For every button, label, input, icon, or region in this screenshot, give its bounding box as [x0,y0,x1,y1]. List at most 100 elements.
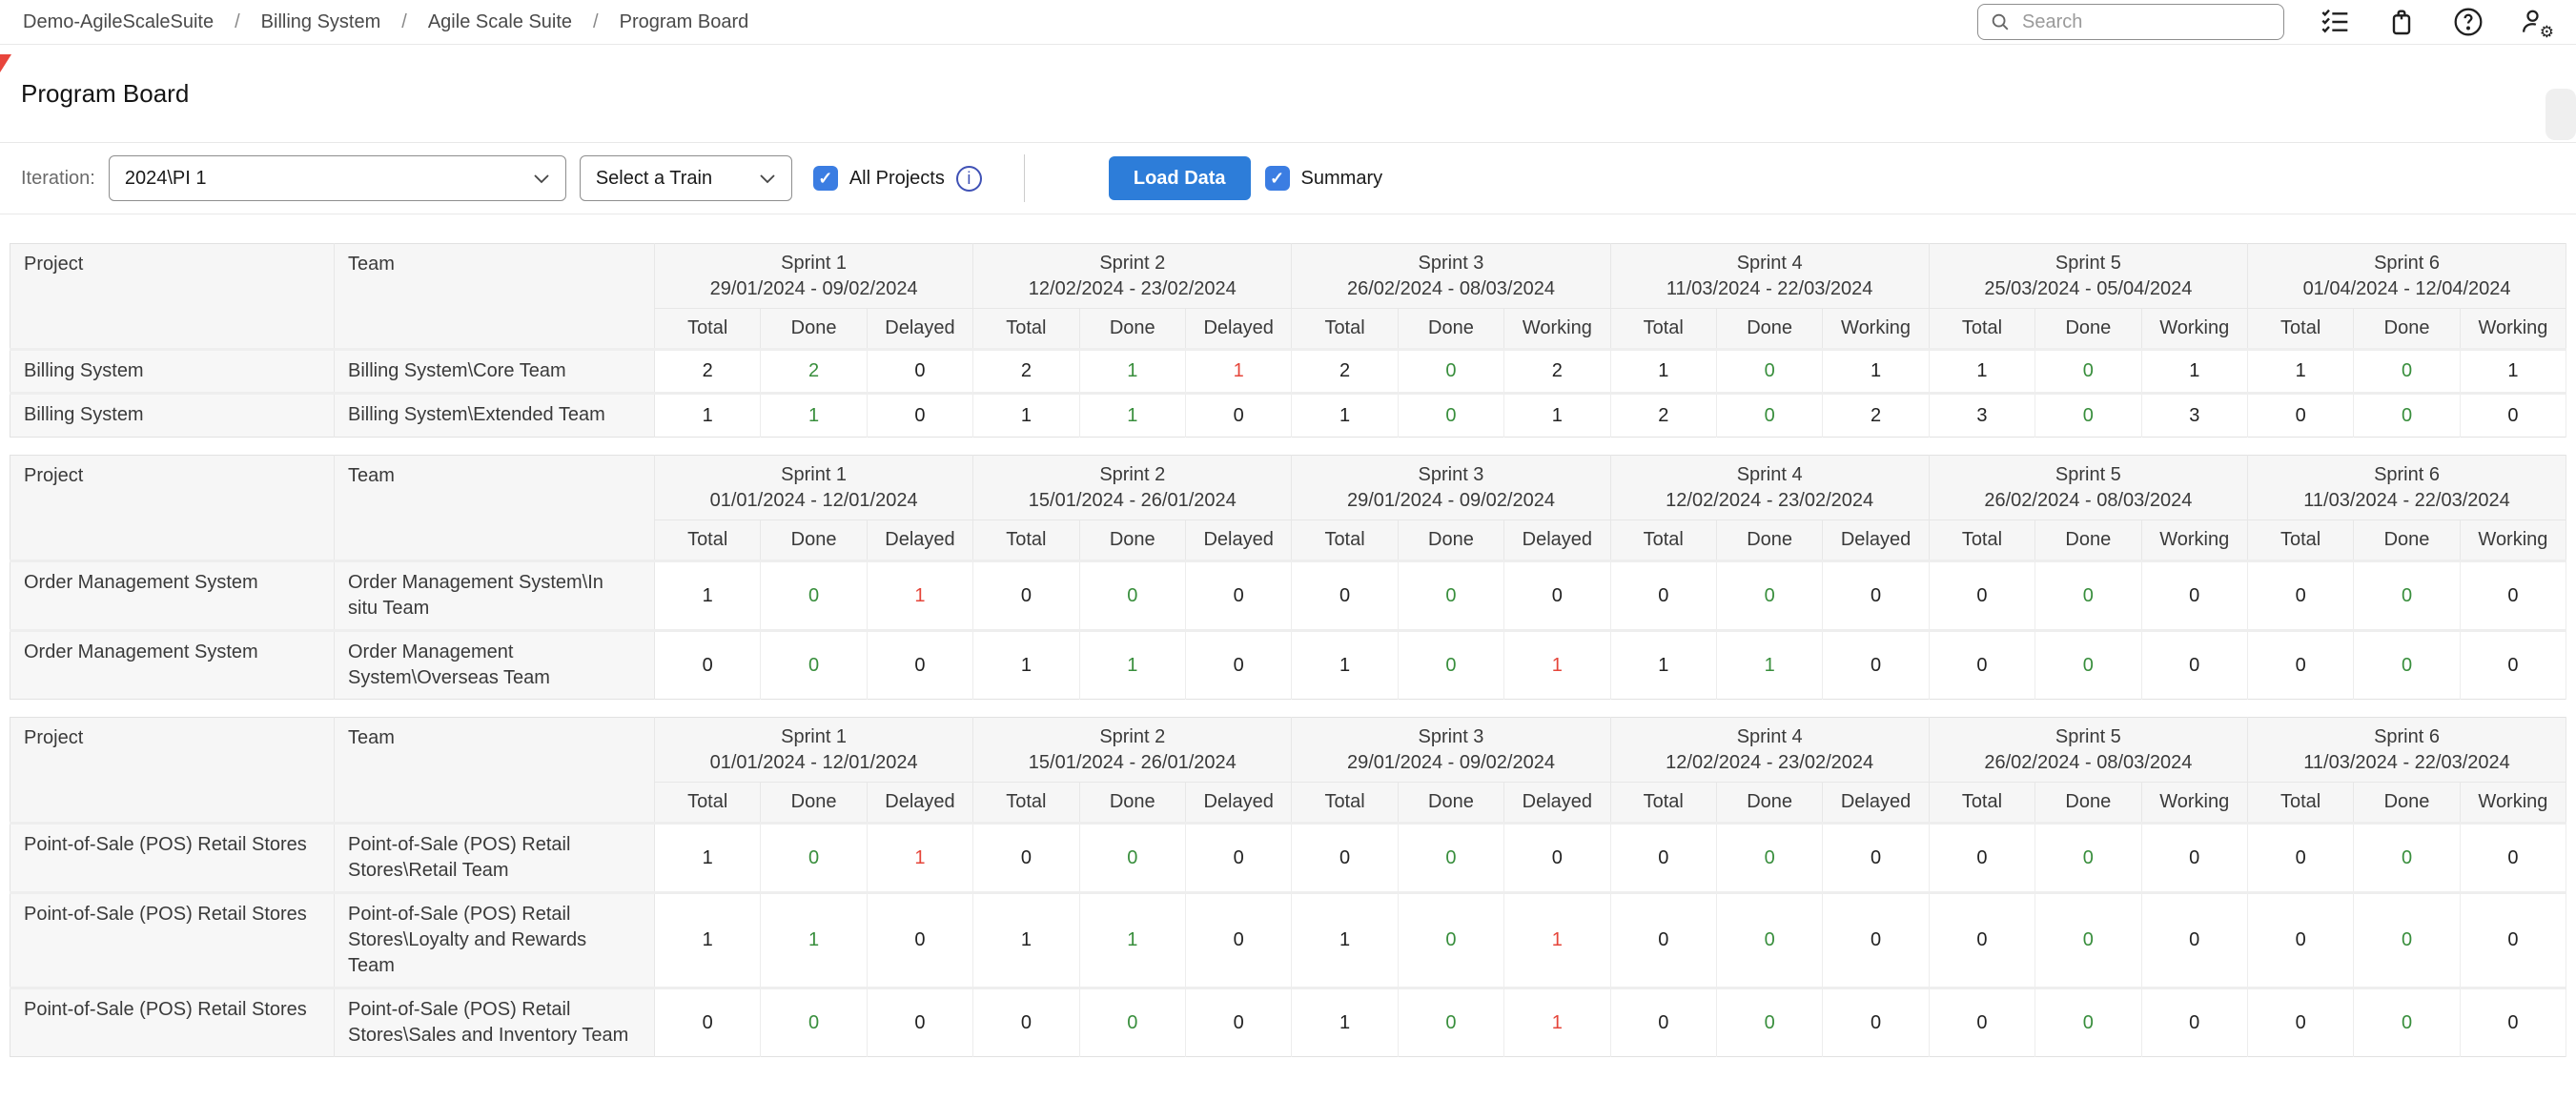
value-cell: 0 [1929,631,2034,700]
page-title: Program Board [21,79,189,109]
metric-column-header: Done [761,783,867,824]
value-cell: 1 [761,893,867,988]
value-cell: 1 [1504,394,1610,438]
value-cell: 0 [2141,824,2247,893]
value-cell: 0 [2460,561,2566,631]
sprint-dates: 25/03/2024 - 05/04/2024 [1930,276,2247,302]
metric-column-header: Done [1398,520,1503,561]
metric-column-header: Delayed [1185,520,1291,561]
value-cell: 0 [1398,988,1503,1057]
breadcrumb-item[interactable]: Billing System [261,11,381,33]
value-cell: 0 [2460,824,2566,893]
value-cell: 0 [867,893,972,988]
sprint-header: Sprint 526/02/2024 - 08/03/2024 [1929,718,2247,783]
help-icon[interactable] [2452,6,2484,38]
value-cell: 0 [761,561,867,631]
train-select[interactable]: Select a Train [580,155,792,201]
sprint-dates: 15/01/2024 - 26/01/2024 [973,750,1291,776]
sprint-name: Sprint 3 [1292,724,1609,750]
metric-column-header: Total [1929,309,2034,350]
value-cell: 1 [867,561,972,631]
metric-column-header: Total [1929,783,2034,824]
metric-column-header: Total [1292,783,1398,824]
metric-column-header: Done [1079,783,1185,824]
metric-column-header: Total [1292,309,1398,350]
project-cell: Order Management System [10,561,335,631]
tasklist-icon[interactable] [2319,6,2351,38]
value-cell: 2 [973,350,1079,394]
all-projects-checkbox[interactable]: ✓ [813,166,838,191]
value-cell: 0 [1929,561,2034,631]
value-cell: 2 [1504,350,1610,394]
value-cell: 0 [2141,561,2247,631]
value-cell: 0 [1823,893,1929,988]
breadcrumb: Demo-AgileScaleSuite / Billing System / … [23,11,748,33]
sprint-dates: 11/03/2024 - 22/03/2024 [2248,488,2566,514]
sprint-header: Sprint 411/03/2024 - 22/03/2024 [1610,244,1929,309]
sprint-header: Sprint 329/01/2024 - 09/02/2024 [1292,456,1610,520]
metric-column-header: Working [2460,520,2566,561]
sprint-dates: 12/02/2024 - 23/02/2024 [973,276,1291,302]
sprint-header: Sprint 601/04/2024 - 12/04/2024 [2247,244,2566,309]
metric-column-header: Total [1610,520,1716,561]
value-cell: 0 [2354,561,2460,631]
train-select-value: Select a Train [596,168,712,190]
value-cell: 0 [1504,561,1610,631]
value-cell: 1 [867,824,972,893]
breadcrumb-item-current[interactable]: Program Board [620,11,749,33]
breadcrumb-separator: / [401,11,407,33]
value-cell: 1 [1504,893,1610,988]
metric-column-header: Done [1079,520,1185,561]
value-cell: 2 [1610,394,1716,438]
value-cell: 0 [1185,893,1291,988]
chevron-down-icon [533,168,550,190]
value-cell: 0 [867,350,972,394]
value-cell: 0 [655,988,761,1057]
metric-column-header: Done [1716,309,1822,350]
value-cell: 1 [2460,350,2566,394]
value-cell: 0 [2460,631,2566,700]
load-data-button[interactable]: Load Data [1109,156,1251,200]
gear-icon: ⚙ [2540,24,2554,40]
metric-column-header: Working [1504,309,1610,350]
sprint-dates: 29/01/2024 - 09/02/2024 [1292,488,1609,514]
checkbox-check-icon: ✓ [818,169,832,189]
briefcase-icon[interactable] [2385,6,2418,38]
sprint-header: Sprint 526/02/2024 - 08/03/2024 [1929,456,2247,520]
metric-column-header: Working [2460,783,2566,824]
value-cell: 0 [2141,631,2247,700]
breadcrumb-item[interactable]: Demo-AgileScaleSuite [23,11,214,33]
value-cell: 2 [761,350,867,394]
sprint-header: Sprint 611/03/2024 - 22/03/2024 [2247,456,2566,520]
value-cell: 0 [1185,988,1291,1057]
value-cell: 0 [1398,561,1503,631]
info-icon[interactable]: i [956,166,982,192]
summary-checkbox[interactable]: ✓ [1265,166,1290,191]
all-projects-label: All Projects [849,168,945,190]
value-cell: 0 [2460,893,2566,988]
metric-column-header: Done [2035,783,2141,824]
value-cell: 1 [973,394,1079,438]
value-cell: 1 [1079,350,1185,394]
value-cell: 1 [761,394,867,438]
value-cell: 0 [1610,988,1716,1057]
value-cell: 0 [761,631,867,700]
value-cell: 0 [1610,824,1716,893]
table-row: Point-of-Sale (POS) Retail StoresPoint-o… [10,824,2566,893]
user-settings-icon[interactable]: ⚙ [2519,6,2551,38]
scrollbar-thumb[interactable] [2545,89,2576,140]
value-cell: 1 [1079,631,1185,700]
search-box[interactable] [1977,4,2284,40]
search-input[interactable] [2020,10,2272,34]
value-cell: 0 [1185,561,1291,631]
metric-column-header: Delayed [1185,783,1291,824]
iteration-select[interactable]: 2024\PI 1 [109,155,566,201]
program-tables: ProjectTeamSprint 129/01/2024 - 09/02/20… [0,243,2576,1057]
breadcrumb-item[interactable]: Agile Scale Suite [428,11,572,33]
value-cell: 0 [1716,988,1822,1057]
metric-column-header: Delayed [1504,520,1610,561]
project-cell: Billing System [10,394,335,438]
value-cell: 0 [1079,824,1185,893]
sprint-name: Sprint 1 [655,462,972,488]
sprint-dates: 01/04/2024 - 12/04/2024 [2248,276,2566,302]
